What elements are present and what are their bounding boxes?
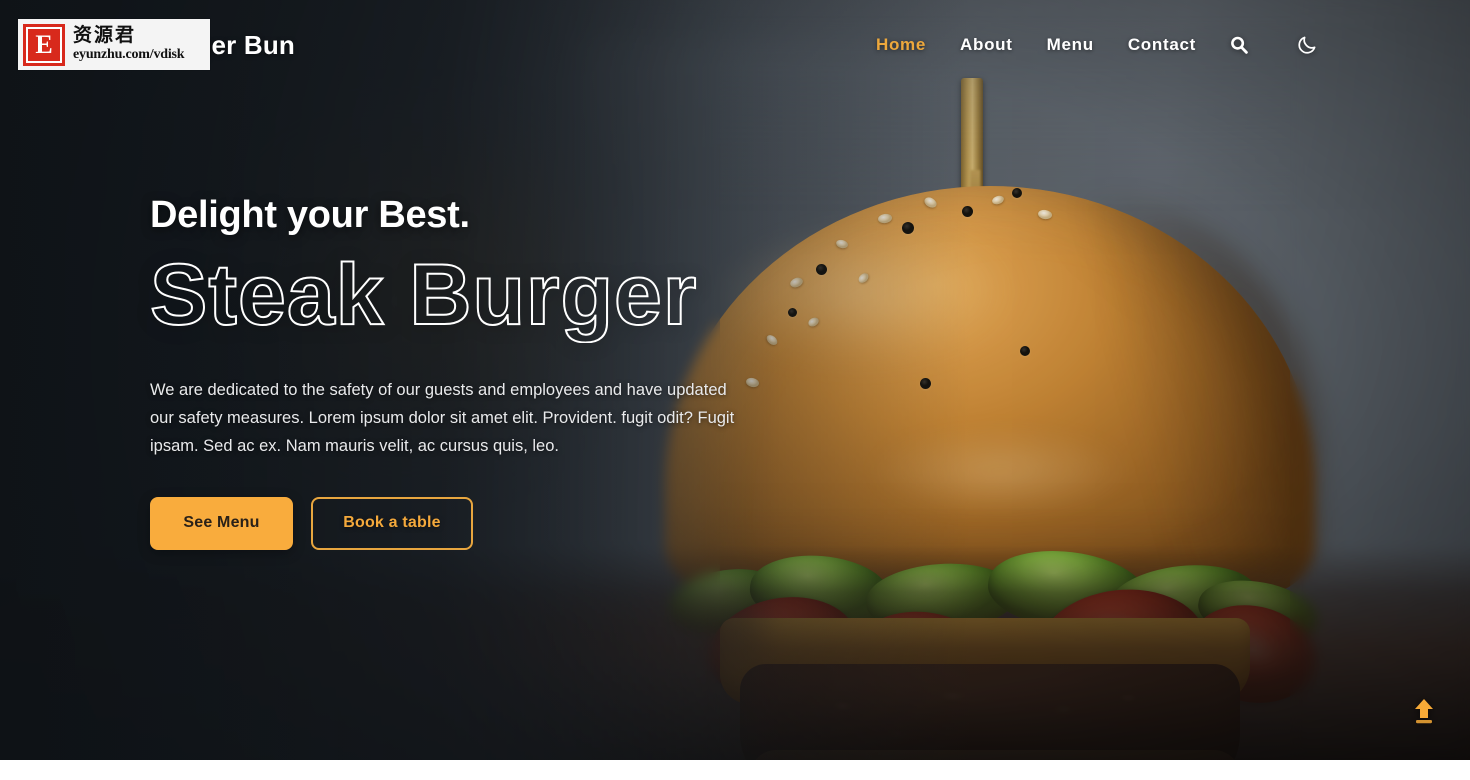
search-icon[interactable] (1226, 32, 1252, 58)
watermark-overlay: E 资源君 eyunzhu.com/vdisk (18, 19, 210, 70)
watermark-logo: E (23, 23, 65, 66)
nav-link-contact[interactable]: Contact (1128, 35, 1196, 55)
watermark-url: eyunzhu.com/vdisk (73, 46, 185, 62)
hero-section: Burger Bun Home About Menu Contact Delig… (0, 0, 1470, 760)
arrow-up-icon (1415, 699, 1433, 724)
page-bottom-strip (0, 760, 1470, 780)
nav-link-about[interactable]: About (960, 35, 1013, 55)
scroll-to-top-button[interactable] (1410, 694, 1438, 728)
book-a-table-button[interactable]: Book a table (311, 496, 473, 550)
moon-icon[interactable] (1294, 32, 1320, 58)
watermark-text: 资源君 eyunzhu.com/vdisk (73, 23, 185, 63)
see-menu-button[interactable]: See Menu (150, 496, 293, 550)
watermark-brand-name: 资源君 (73, 23, 137, 46)
hero-headline: Steak Burger (149, 246, 698, 343)
nav-link-menu[interactable]: Menu (1047, 35, 1094, 55)
page-root: Burger Bun Home About Menu Contact Delig… (0, 0, 1470, 780)
hero-content: Delight your Best. Steak Burger We are d… (149, 194, 790, 550)
hero-paragraph: We are dedicated to the safety of our gu… (150, 380, 735, 455)
watermark-logo-letter: E (26, 26, 62, 63)
hero-eyebrow: Delight your Best. (150, 194, 470, 236)
primary-navigation: Home About Menu Contact (876, 32, 1320, 58)
nav-link-home[interactable]: Home (876, 35, 926, 55)
site-header: Burger Bun Home About Menu Contact (0, 0, 1470, 90)
hero-cta-row: See Menu Book a table (150, 496, 790, 550)
